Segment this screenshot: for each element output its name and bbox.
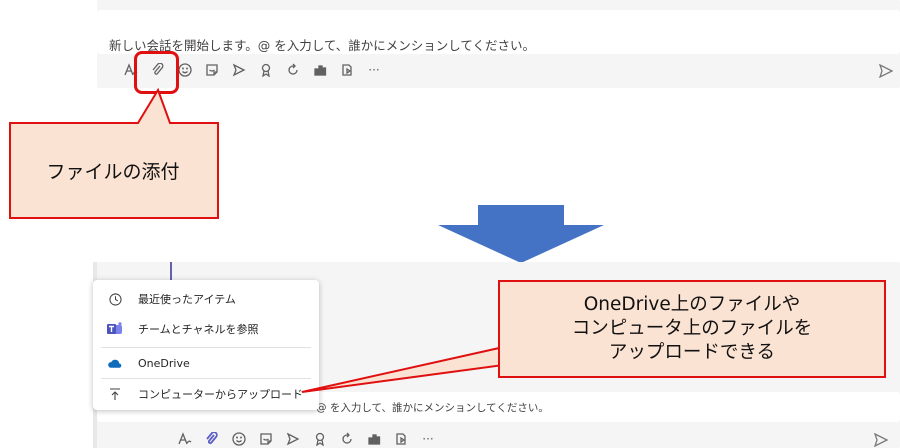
more-icon[interactable]: ··· bbox=[421, 432, 435, 446]
sticker-icon[interactable] bbox=[205, 63, 219, 77]
message-input[interactable]: 新しい会話を開始します。@ を入力して、誰かにメンションしてください。 bbox=[97, 10, 900, 54]
attach-callout: ファイルの添付 bbox=[10, 125, 216, 216]
transition-arrow bbox=[438, 205, 604, 263]
compose-box-top: 新しい会話を開始します。@ を入力して、誰かにメンションしてください。 ··· bbox=[97, 0, 900, 88]
send-icon[interactable] bbox=[879, 64, 893, 78]
format-icon[interactable] bbox=[178, 432, 192, 446]
compose-toolbar-bottom: ··· bbox=[178, 432, 448, 446]
message-placeholder-partial: @ を入力して、誰かにメンションしてください。 bbox=[316, 402, 549, 414]
thread-indicator bbox=[170, 262, 172, 280]
meet-icon[interactable] bbox=[232, 63, 246, 77]
attach-menu: 最近使ったアイテム チームとチャネルを参照 OneDrive コンピューターから… bbox=[93, 280, 319, 410]
upload-callout-pointer bbox=[301, 340, 527, 393]
clock-icon bbox=[107, 291, 123, 307]
upload-callout-line1: OneDrive上のファイルや bbox=[583, 294, 801, 315]
menu-item-label: OneDrive bbox=[138, 356, 190, 370]
stream-icon[interactable] bbox=[394, 432, 408, 446]
loop-icon[interactable] bbox=[286, 63, 300, 77]
menu-item-onedrive[interactable]: OneDrive bbox=[93, 349, 319, 377]
attach-callout-text: ファイルの添付 bbox=[46, 161, 180, 183]
more-icon[interactable]: ··· bbox=[367, 63, 381, 77]
onedrive-icon bbox=[107, 355, 123, 371]
sticker-icon[interactable] bbox=[259, 432, 273, 446]
menu-item-label: 最近使ったアイテム bbox=[138, 293, 236, 306]
menu-item-browse-teams[interactable]: チームとチャネルを参照 bbox=[93, 315, 319, 343]
emoji-icon[interactable] bbox=[178, 63, 192, 77]
menu-item-label: コンピューターからアップロード bbox=[138, 388, 303, 401]
upload-callout-line2: コンピュータ上のファイルを bbox=[571, 318, 813, 339]
menu-divider bbox=[101, 347, 311, 348]
loop-icon[interactable] bbox=[340, 432, 354, 446]
praise-icon[interactable] bbox=[313, 432, 327, 446]
approvals-icon[interactable] bbox=[313, 63, 327, 77]
teams-icon bbox=[107, 321, 123, 337]
send-icon[interactable] bbox=[874, 433, 888, 447]
menu-divider bbox=[101, 378, 311, 379]
praise-icon[interactable] bbox=[259, 63, 273, 77]
attach-icon[interactable] bbox=[205, 432, 219, 446]
meet-icon[interactable] bbox=[286, 432, 300, 446]
upload-callout: OneDrive上のファイルや コンピュータ上のファイルを アップロードできる bbox=[498, 280, 886, 378]
stream-icon[interactable] bbox=[340, 63, 354, 77]
menu-item-upload[interactable]: コンピューターからアップロード bbox=[93, 380, 319, 408]
upload-callout-line3: アップロードできる bbox=[608, 342, 776, 363]
emoji-icon[interactable] bbox=[232, 432, 246, 446]
menu-item-label: チームとチャネルを参照 bbox=[138, 323, 259, 336]
approvals-icon[interactable] bbox=[367, 432, 381, 446]
menu-item-recent[interactable]: 最近使ったアイテム bbox=[93, 285, 319, 313]
upload-icon bbox=[107, 386, 123, 402]
